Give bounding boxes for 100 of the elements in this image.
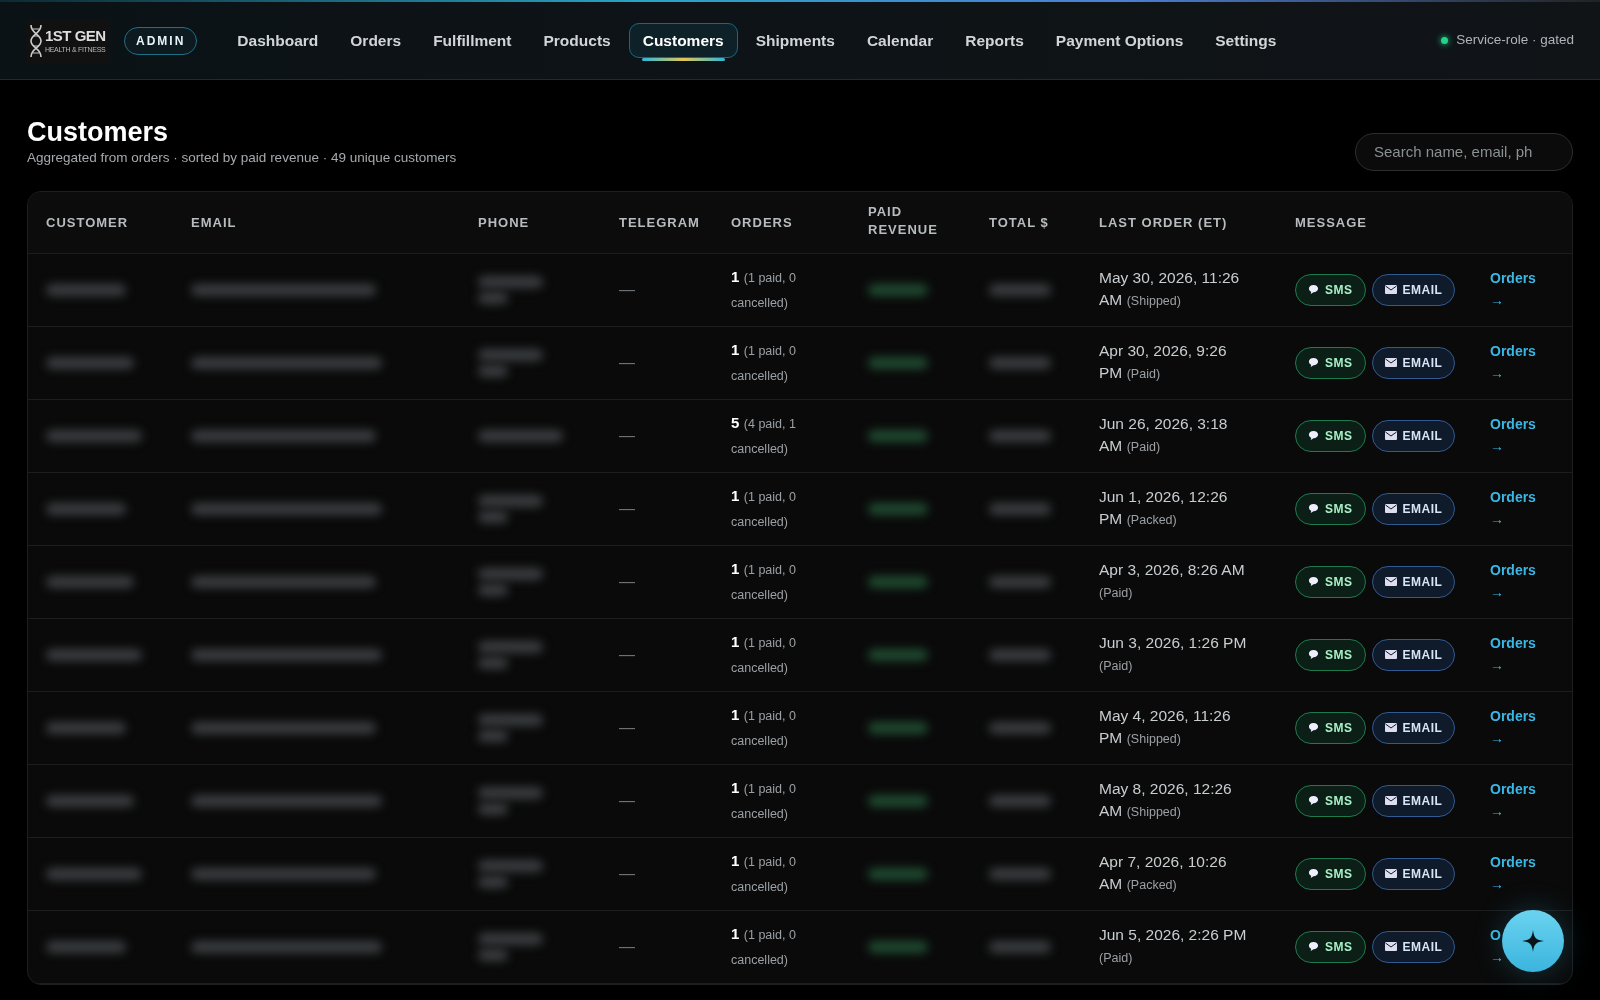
envelope-icon: [1384, 796, 1397, 806]
last-order: Apr 7, 2026, 10:26 AM (Packed): [1099, 852, 1228, 895]
nav-tab[interactable]: Customers: [628, 22, 738, 58]
order-summary: 1 (1 paid, 0 cancelled): [731, 266, 797, 312]
sparkle-icon: [1522, 930, 1544, 952]
envelope-icon: [1384, 358, 1397, 368]
orders-link[interactable]: Orders →: [1490, 413, 1536, 458]
blurred-text: [989, 867, 1051, 880]
chat-bubble-icon: [1308, 649, 1319, 661]
sms-button[interactable]: SMS: [1295, 273, 1366, 306]
dna-icon: [29, 23, 43, 58]
telegram-value: —: [619, 280, 635, 298]
nav-tab[interactable]: Calendar: [852, 22, 948, 58]
last-order: Jun 1, 2026, 12:26 PM (Packed): [1099, 487, 1229, 530]
orders-link[interactable]: O →: [1490, 924, 1504, 969]
sms-button[interactable]: SMS: [1295, 492, 1366, 525]
column-header: LAST ORDER (ET): [1099, 215, 1228, 231]
envelope-icon: [1384, 942, 1397, 952]
chat-bubble-icon: [1308, 284, 1319, 296]
blurred-text: [868, 940, 928, 953]
sms-button[interactable]: SMS: [1295, 419, 1366, 452]
email-button[interactable]: EMAIL: [1371, 784, 1456, 817]
email-button[interactable]: EMAIL: [1371, 638, 1456, 671]
blurred-text: [868, 794, 928, 807]
sms-button[interactable]: SMS: [1295, 711, 1366, 744]
envelope-icon: [1384, 650, 1397, 660]
orders-link[interactable]: Orders →: [1490, 851, 1536, 896]
order-summary: 1 (1 paid, 0 cancelled): [731, 485, 797, 531]
orders-link[interactable]: Orders →: [1490, 559, 1536, 604]
page-title: Customers: [27, 116, 170, 149]
orders-link[interactable]: Orders →: [1490, 486, 1536, 531]
chat-bubble-icon: [1308, 576, 1319, 588]
telegram-value: —: [619, 864, 635, 882]
blurred-text: [989, 721, 1051, 734]
email-button[interactable]: EMAIL: [1371, 492, 1456, 525]
last-order: May 30, 2026, 11:26 AM (Shipped): [1099, 268, 1241, 311]
nav-tab[interactable]: Shipments: [741, 22, 849, 58]
blurred-text: [478, 640, 543, 653]
sms-button[interactable]: SMS: [1295, 565, 1366, 598]
email-button[interactable]: EMAIL: [1371, 857, 1456, 890]
sms-button[interactable]: SMS: [1295, 784, 1366, 817]
blurred-text: [478, 583, 508, 596]
blurred-text: [868, 867, 928, 880]
blurred-text: [478, 494, 543, 507]
orders-link[interactable]: Orders →: [1490, 778, 1536, 823]
blurred-text: [989, 794, 1051, 807]
status-text: Service-role · gated: [1456, 31, 1574, 50]
search-field[interactable]: Search name, email, ph: [1355, 132, 1573, 171]
blurred-text: [868, 283, 928, 296]
column-header: TELEGRAM: [619, 215, 700, 231]
order-summary: 1 (1 paid, 0 cancelled): [731, 923, 797, 969]
chat-bubble-icon: [1308, 795, 1319, 807]
order-summary: 1 (1 paid, 0 cancelled): [731, 558, 797, 604]
orders-link[interactable]: Orders →: [1490, 340, 1536, 385]
last-order: Jun 3, 2026, 1:26 PM (Paid): [1099, 633, 1248, 676]
telegram-value: —: [619, 645, 635, 663]
email-button[interactable]: EMAIL: [1371, 930, 1456, 963]
chat-bubble-icon: [1308, 868, 1319, 880]
envelope-icon: [1384, 504, 1397, 514]
email-button[interactable]: EMAIL: [1371, 346, 1456, 379]
chat-bubble-icon: [1308, 941, 1319, 953]
email-button[interactable]: EMAIL: [1371, 273, 1456, 306]
telegram-value: —: [619, 937, 635, 955]
status-dot: [1441, 37, 1449, 44]
column-header: CUSTOMER: [46, 215, 129, 231]
blurred-text: [478, 948, 508, 961]
logo-title: 1ST GEN: [45, 28, 106, 43]
email-button[interactable]: EMAIL: [1371, 419, 1456, 452]
nav-tab[interactable]: Products: [529, 22, 625, 58]
blurred-text: [478, 567, 543, 580]
last-order: May 4, 2026, 11:26 PM (Shipped): [1099, 706, 1232, 749]
order-summary: 1 (1 paid, 0 cancelled): [731, 339, 797, 385]
order-summary: 1 (1 paid, 0 cancelled): [731, 704, 797, 750]
nav-tab[interactable]: Dashboard: [223, 22, 333, 58]
blurred-text: [868, 429, 928, 442]
orders-link[interactable]: Orders →: [1490, 267, 1536, 312]
telegram-value: —: [619, 572, 635, 590]
blurred-text: [478, 802, 508, 815]
sms-button[interactable]: SMS: [1295, 930, 1366, 963]
blurred-text: [868, 721, 928, 734]
nav-tab[interactable]: Payment Options: [1041, 22, 1198, 58]
email-button[interactable]: EMAIL: [1371, 565, 1456, 598]
sms-button[interactable]: SMS: [1295, 346, 1366, 379]
last-order: May 8, 2026, 12:26 AM (Shipped): [1099, 779, 1233, 822]
orders-link[interactable]: Orders →: [1490, 705, 1536, 750]
column-header: EMAIL: [191, 215, 237, 231]
telegram-value: —: [619, 791, 635, 809]
envelope-icon: [1384, 577, 1397, 587]
nav-tab[interactable]: Reports: [951, 22, 1038, 58]
nav-tab[interactable]: Orders: [336, 22, 416, 58]
nav-tab[interactable]: Fulfillment: [419, 22, 526, 58]
sms-button[interactable]: SMS: [1295, 638, 1366, 671]
chat-bubble-icon: [1308, 430, 1319, 442]
orders-link[interactable]: Orders →: [1490, 632, 1536, 677]
nav-tab[interactable]: Settings: [1201, 22, 1291, 58]
email-button[interactable]: EMAIL: [1371, 711, 1456, 744]
blurred-text: [989, 648, 1051, 661]
sms-button[interactable]: SMS: [1295, 857, 1366, 890]
order-summary: 1 (1 paid, 0 cancelled): [731, 850, 797, 896]
telegram-value: —: [619, 499, 635, 517]
